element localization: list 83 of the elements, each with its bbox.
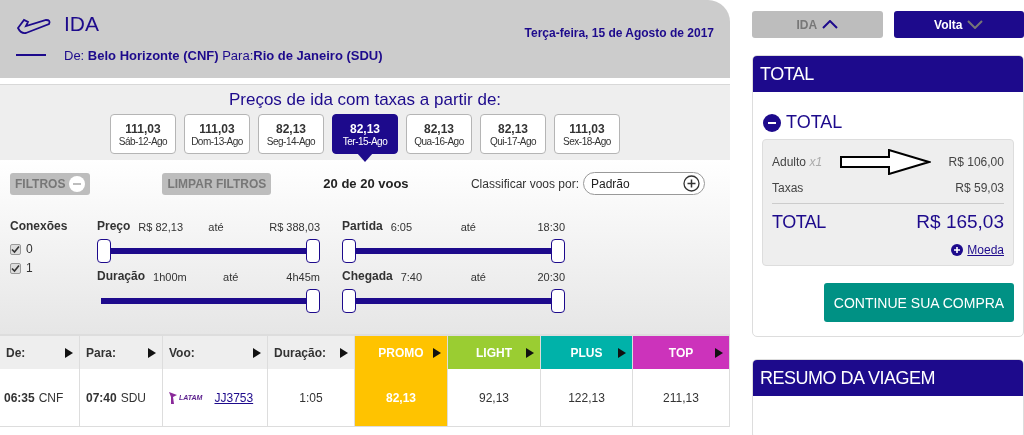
sort-arrow-icon (526, 347, 534, 358)
sort-arrow-icon (618, 347, 626, 358)
dash-icon (16, 54, 46, 57)
currency-link[interactable]: Moeda (967, 243, 1004, 257)
price-line-label: Taxas (772, 181, 804, 195)
slider-handle[interactable] (306, 289, 320, 313)
checkbox-label: 1 (26, 261, 33, 275)
arrival-cell: 07:40 SDU (80, 369, 163, 427)
fare-column-header[interactable]: TOP (633, 336, 730, 369)
range-min: R$ 82,13 (138, 221, 184, 233)
range-min: 6:05 (390, 221, 414, 233)
range-label: Partida (342, 219, 383, 233)
range-separator: até (223, 271, 240, 283)
slider-handle[interactable] (342, 239, 356, 263)
checkbox-label: 0 (26, 242, 33, 256)
plus-icon (951, 244, 964, 256)
range-max: 18:30 (537, 221, 565, 233)
route-text: De: Belo Horizonte (CNF) Para:Rio de Janeiro (SDU) (64, 48, 384, 63)
column-header[interactable]: Duração: (268, 336, 355, 369)
slider-handle[interactable] (551, 289, 565, 313)
card-title: RESUMO DA VIAGEM (753, 360, 1023, 396)
range-label: Chegada (342, 269, 393, 283)
price-strip-title: Preços de ida com taxas a partir de: (228, 90, 502, 110)
section-title: TOTAL (786, 112, 843, 133)
flight-number-link[interactable]: JJ3753 (214, 390, 254, 405)
column-header[interactable]: Voo: (163, 336, 268, 369)
chevron-down-icon (967, 20, 984, 29)
minus-icon[interactable] (763, 113, 781, 132)
minus-icon (69, 175, 86, 192)
duration-cell: 1:05 (268, 369, 355, 427)
slider-handle[interactable] (342, 289, 356, 313)
slider-handle[interactable] (97, 239, 111, 263)
connections-title: Conexões (10, 219, 69, 233)
price-line-amount: R$ 106,00 (948, 155, 1004, 169)
sort-arrow-icon (65, 347, 73, 358)
flight-count: 20 de 20 voos (323, 176, 409, 191)
fare-price-cell[interactable]: 211,13 (633, 369, 730, 427)
arrow-icon (839, 149, 932, 175)
date-price-tab[interactable]: 82,13 Qua-16-Ago (406, 114, 472, 154)
plus-icon (683, 175, 700, 192)
price-line-label: Adulto x1 (772, 155, 823, 169)
page-title: IDA (64, 12, 100, 36)
travel-date: Terça-feira, 15 de Agosto de 2017 (524, 26, 714, 42)
leg-toggle-button[interactable]: Volta (893, 11, 1024, 38)
date-price-tab[interactable]: 82,13 Seg-14-Ago (258, 114, 324, 154)
column-header[interactable]: Para: (80, 336, 163, 369)
sort-arrow-icon (433, 347, 441, 358)
range-min: 1h00m (153, 271, 188, 283)
slider-handle[interactable] (551, 239, 565, 263)
chevron-up-icon (822, 20, 839, 29)
date-price-tab[interactable]: 82,13 Qui-17-Ago (480, 114, 546, 154)
checkbox[interactable] (10, 262, 21, 274)
airplane-icon (16, 16, 52, 36)
date-price-tab[interactable]: 111,03 Sáb-12-Ago (110, 114, 176, 154)
slider-handle[interactable] (306, 239, 320, 263)
sort-arrow-icon (340, 347, 348, 358)
sort-arrow-icon (715, 347, 723, 358)
column-header[interactable]: De: (0, 336, 80, 369)
date-price-tab[interactable]: 111,03 Sex-18-Ago (554, 114, 620, 154)
continue-button[interactable]: CONTINUE SUA COMPRA (824, 283, 1014, 322)
range-separator: até (460, 221, 477, 233)
total-label: TOTAL (772, 211, 826, 233)
fare-price-cell[interactable]: 122,13 (541, 369, 633, 427)
departure-cell: 06:35 CNF (0, 369, 80, 427)
range-label: Preço (97, 219, 131, 233)
fare-price-cell[interactable]: 92,13 (448, 369, 541, 427)
range-max: 20:30 (537, 271, 565, 283)
sort-arrow-icon (253, 347, 261, 358)
range-separator: até (470, 271, 487, 283)
range-min: 7:40 (400, 271, 424, 283)
sort-label: Classificar voos por: (470, 176, 579, 191)
sort-select[interactable]: Padrão (583, 172, 705, 195)
range-separator: até (208, 221, 225, 233)
date-price-tab[interactable]: 111,03 Dom-13-Ago (184, 114, 250, 154)
card-title: TOTAL (753, 56, 1023, 92)
price-line-amount: R$ 59,03 (955, 181, 1004, 195)
range-label: Duração (97, 269, 146, 283)
checkbox[interactable] (10, 243, 21, 255)
sort-arrow-icon (148, 347, 156, 358)
total-amount: R$ 165,03 (916, 211, 1004, 233)
tab-pointer-icon (357, 153, 373, 162)
range-max: R$ 388,03 (269, 221, 320, 233)
range-max: 4h45m (286, 271, 320, 283)
